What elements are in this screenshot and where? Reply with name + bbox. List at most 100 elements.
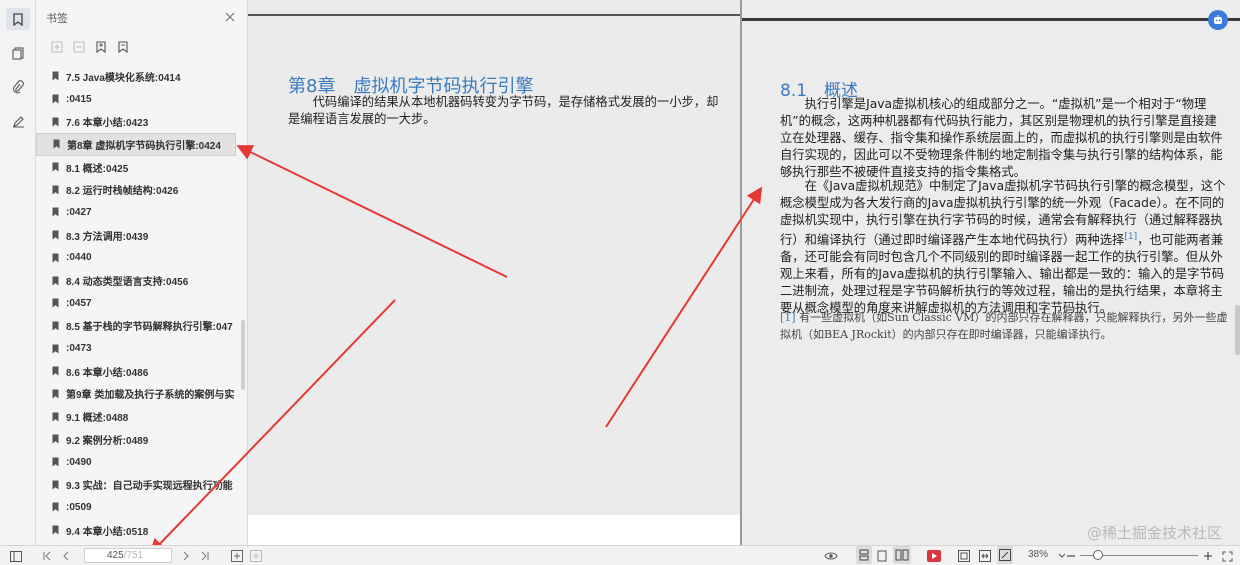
bookmark-item[interactable]: 9.4 本章小结:0518 — [36, 519, 240, 542]
bookmark-icon — [52, 457, 59, 467]
bookmark-item[interactable]: :0427 — [36, 201, 240, 224]
bookmark-label: 7.6 本章小结:0423 — [66, 118, 149, 130]
pages-icon — [6, 42, 30, 64]
footnote-marker[interactable]: [1] — [1124, 232, 1137, 242]
bookmark-panel-button[interactable] — [0, 4, 36, 34]
bookmark-icon — [52, 117, 59, 127]
total-pages: /751 — [123, 550, 144, 561]
fit-width-icon[interactable] — [979, 547, 991, 565]
current-page: 425 — [107, 550, 124, 561]
bookmark-item[interactable]: 9.1 概述:0488 — [36, 405, 240, 428]
chevron-down-icon[interactable] — [1058, 547, 1066, 565]
paperclip-icon — [6, 76, 30, 98]
bookmark-item[interactable]: :0490 — [36, 451, 240, 474]
bookmark-icon — [52, 502, 59, 512]
document-viewer: 第8章 虚拟机字节码执行引擎 代码编译的结果从本地机器码转变为字节码，是存储格式… — [248, 0, 1240, 545]
bookmark-label: :0473 — [66, 343, 92, 355]
bookmark-item[interactable]: 7.5 Java模块化系统:0414 — [36, 65, 240, 88]
bookmark-label: 第9章 类加载及执行子系统的案例与实 — [66, 390, 235, 402]
bookmark-panel-title: 书签 — [46, 13, 68, 25]
bookmark-icon — [53, 139, 60, 149]
bookmark-icon — [52, 162, 59, 172]
expand-all-icon[interactable] — [48, 38, 66, 56]
bookmark-item[interactable]: 8.1 概述:0425 — [36, 156, 240, 179]
bookmark-item[interactable]: 9.3 实战：自己动手实现远程执行功能 — [36, 473, 240, 496]
fullscreen-icon[interactable] — [1222, 547, 1233, 565]
thumbnail-panel-button[interactable] — [0, 38, 36, 68]
bookmark-icon — [52, 230, 59, 240]
bookmark-label: :0490 — [66, 456, 92, 468]
bookmark-item[interactable]: 8.3 方法调用:0439 — [36, 224, 240, 247]
bookmark-icon — [52, 71, 59, 81]
actual-size-icon[interactable] — [997, 546, 1013, 564]
bookmark-item[interactable]: 8.4 动态类型语言支持:0456 — [36, 269, 240, 292]
two-page-icon[interactable] — [893, 546, 911, 564]
bookmark-scrollbar[interactable] — [241, 320, 245, 390]
last-page-icon[interactable] — [200, 547, 210, 565]
pen-icon — [6, 110, 30, 132]
bookmark-label: :0440 — [66, 252, 92, 264]
prev-page-icon[interactable] — [62, 547, 70, 565]
zoom-level[interactable]: 38% — [1028, 549, 1048, 560]
bookmark-icon — [52, 253, 59, 263]
signature-panel-button[interactable] — [0, 106, 36, 136]
continuous-view-icon[interactable] — [856, 546, 872, 564]
bookmark-item[interactable]: 7.6 本章小结:0423 — [36, 110, 240, 133]
bookmark-item[interactable]: :0415 — [36, 88, 240, 111]
assistant-button[interactable] — [1208, 10, 1228, 30]
zoom-out-icon[interactable] — [1066, 547, 1076, 565]
bookmark-item[interactable]: 9.2 案例分析:0489 — [36, 428, 240, 451]
bookmark-label: 9.1 概述:0488 — [66, 413, 129, 425]
page-number-input[interactable]: 425/751 — [84, 548, 172, 563]
footnote: [1] 有一些虚拟机（如Sun Classic VM）的内部只存在解释器，只能解… — [780, 309, 1230, 343]
bookmark-icon — [52, 389, 59, 399]
fit-page-icon[interactable] — [958, 547, 970, 565]
bookmark-item[interactable]: 8.6 本章小结:0486 — [36, 360, 240, 383]
bookmark-item[interactable]: :0457 — [36, 292, 240, 315]
bookmark-label: 8.3 方法调用:0439 — [66, 231, 149, 243]
bookmark-label: 8.2 运行时栈帧结构:0426 — [66, 186, 179, 198]
bookmark-item[interactable]: 8.5 基于栈的字节码解释执行引擎:047 — [36, 315, 240, 338]
bookmark-item[interactable]: :0473 — [36, 337, 240, 360]
bookmark-icon — [52, 480, 59, 490]
bookmark-item[interactable]: 第9章 类加载及执行子系统的案例与实 — [36, 383, 240, 406]
bookmark-item-selected[interactable]: 第8章 虚拟机字节码执行引擎:0424 — [36, 133, 236, 156]
bookmark-icon — [52, 207, 59, 217]
bookmark-icon — [52, 344, 59, 354]
sidebar-toggle-icon[interactable] — [10, 547, 22, 565]
bookmark-toolbar — [36, 36, 247, 58]
bookmark-icon — [52, 276, 59, 286]
zoom-in-icon[interactable] — [1203, 547, 1213, 565]
extract-page-icon[interactable] — [250, 547, 262, 565]
collapse-all-icon[interactable] — [70, 38, 88, 56]
bookmark-label: 9.4 本章小结:0518 — [66, 526, 149, 538]
bookmark-panel: 书签 7.5 Java模块化系统:0414 :0415 7.6 本章小结:042… — [36, 0, 248, 545]
bookmark-icon — [6, 8, 30, 30]
zoom-slider-handle[interactable] — [1092, 550, 1103, 560]
bookmark-item[interactable]: 8.2 运行时栈帧结构:0426 — [36, 178, 240, 201]
bookmark-item[interactable]: :0509 — [36, 496, 240, 519]
remove-bookmark-icon[interactable] — [114, 38, 132, 56]
bookmark-label: 8.4 动态类型语言支持:0456 — [66, 277, 189, 289]
status-bar: 425/751 38% — [0, 545, 1240, 565]
bookmark-item[interactable]: :0440 — [36, 247, 240, 270]
next-page-icon[interactable] — [182, 547, 190, 565]
footnote-text: 有一些虚拟机（如Sun Classic VM）的内部只存在解释器，只能解释执行，… — [780, 311, 1228, 341]
close-icon[interactable] — [225, 12, 235, 25]
left-toolbar — [0, 0, 36, 545]
bookmark-label: 8.6 本章小结:0486 — [66, 367, 149, 379]
first-page-icon[interactable] — [42, 547, 52, 565]
page-top-rule — [248, 14, 740, 16]
bookmark-panel-header: 书签 — [36, 0, 247, 36]
bookmark-label: 7.5 Java模块化系统:0414 — [66, 72, 181, 84]
footnote-ref[interactable]: [1] — [780, 311, 796, 324]
eye-icon[interactable] — [824, 547, 838, 565]
page-gap — [248, 515, 740, 545]
insert-page-icon[interactable] — [231, 547, 243, 565]
single-page-icon[interactable] — [877, 547, 887, 565]
add-bookmark-icon[interactable] — [92, 38, 110, 56]
chapter-intro: 代码编译的结果从本地机器码转变为字节码，是存储格式发展的一小步，却是编程语言发展… — [288, 95, 719, 126]
document-scrollbar[interactable] — [1235, 305, 1240, 355]
attachment-panel-button[interactable] — [0, 72, 36, 102]
play-icon[interactable] — [927, 547, 941, 565]
